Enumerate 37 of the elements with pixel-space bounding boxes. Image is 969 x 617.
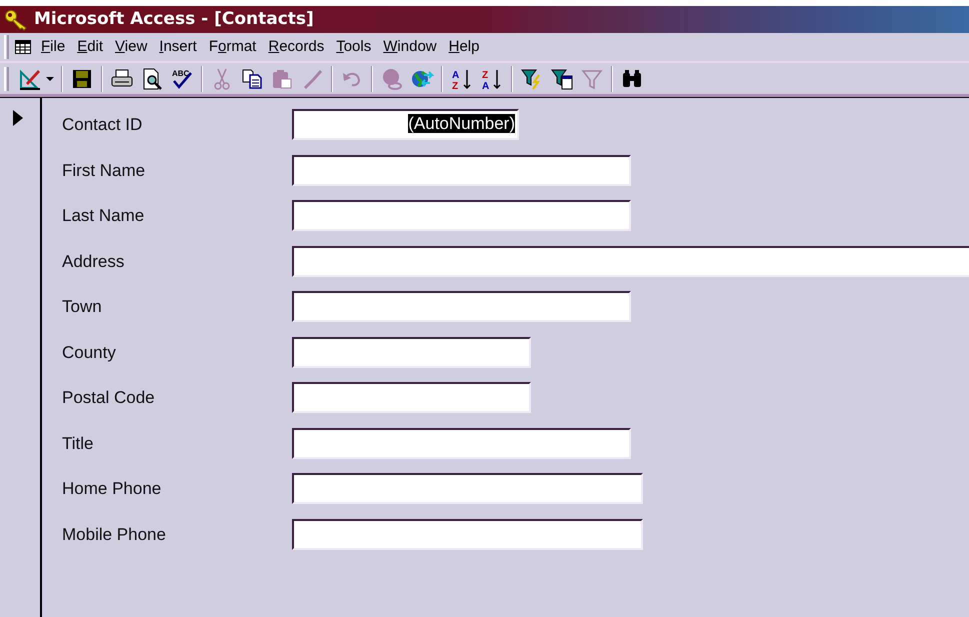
menu-item[interactable]: Window (377, 34, 443, 60)
form-icon[interactable] (15, 40, 31, 54)
field-label: Contact ID (61, 114, 144, 136)
text-field[interactable] (292, 336, 531, 368)
menu-item[interactable]: View (109, 34, 154, 60)
text-field[interactable] (292, 154, 631, 186)
field-label: Postal Code (61, 387, 156, 409)
text-field[interactable] (292, 246, 969, 277)
window-title: Microsoft Access - [Contacts] (34, 8, 314, 31)
field-label: Town (61, 296, 103, 318)
copy-icon (240, 66, 264, 90)
field-label: Address (61, 250, 126, 272)
field-label: Home Phone (61, 478, 162, 500)
text-field[interactable] (292, 518, 643, 550)
text-field[interactable] (292, 382, 531, 414)
text-field[interactable] (292, 291, 631, 322)
menu-item[interactable]: Insert (153, 34, 203, 60)
menu-item[interactable]: Tools (330, 34, 378, 60)
toolbar-grip[interactable] (4, 66, 9, 90)
text-field[interactable] (292, 473, 643, 504)
menu-item[interactable]: Edit (71, 34, 110, 60)
field-label: Mobile Phone (61, 524, 167, 546)
menu-item[interactable]: Help (442, 34, 486, 60)
text-field[interactable] (292, 200, 631, 232)
toolbar-grip[interactable] (4, 35, 9, 59)
menu-item[interactable]: Records (262, 34, 330, 60)
caret-icon (46, 76, 54, 80)
field-label: First Name (61, 160, 146, 182)
text-field[interactable]: (AutoNumber) (292, 109, 519, 140)
text-field[interactable] (292, 428, 631, 459)
field-label: County (61, 342, 117, 364)
menu-item[interactable]: File (35, 34, 72, 60)
field-label: Title (61, 432, 94, 454)
globe-link-icon (380, 66, 404, 90)
field-label: Last Name (61, 205, 146, 227)
menu-item[interactable]: Format (202, 34, 262, 60)
filter-form-icon (550, 66, 574, 90)
